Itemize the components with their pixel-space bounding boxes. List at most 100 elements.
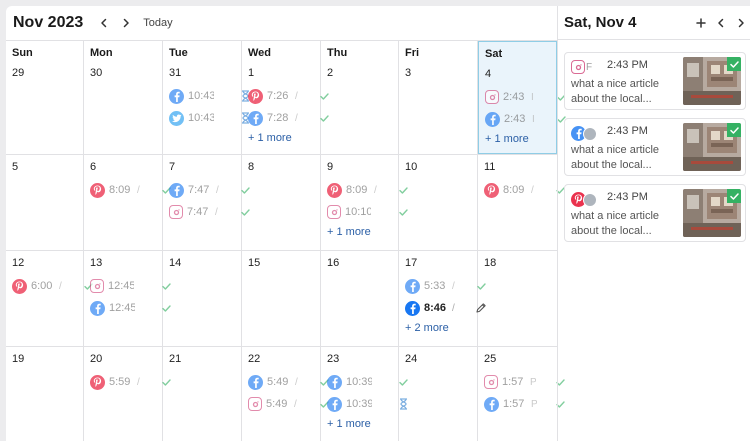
scheduled-post[interactable]: 10:10: [327, 203, 408, 221]
post-time-suffix: /: [295, 112, 298, 124]
calendar-day-cell[interactable]: 5: [6, 155, 84, 250]
more-posts-link[interactable]: + 2 more: [405, 322, 449, 334]
day-number: 17: [405, 257, 418, 269]
calendar-day-cell[interactable]: 24: [399, 347, 478, 441]
calendar-day-cell[interactable]: 16: [321, 251, 399, 346]
calendar-day-cell[interactable]: Wed 1 7:26/7:28/+ 1 more: [242, 41, 329, 154]
post-time: 8:09: [109, 184, 131, 196]
scheduled-post[interactable]: 5:49 /: [248, 373, 329, 391]
scheduled-post[interactable]: 7:28 /: [248, 109, 329, 127]
calendar-day-cell[interactable]: 7 7:47 / 7:47 /: [163, 155, 250, 250]
scheduled-post[interactable]: 1:57 P: [484, 373, 565, 391]
post-preview-card[interactable]: F 2:43 PM what a nice article about the lo…: [564, 52, 746, 110]
calendar-day-cell[interactable]: Thu 2: [321, 41, 399, 154]
scheduled-post[interactable]: 10:39: [327, 373, 408, 391]
calendar-day-cell[interactable]: Mon 30: [84, 41, 163, 154]
month-title: Nov 2023: [13, 14, 84, 31]
scheduled-post[interactable]: 1:57 P: [484, 395, 565, 413]
today-button[interactable]: Today: [143, 17, 172, 29]
more-posts-link[interactable]: + 1 more: [485, 133, 529, 145]
post-preview-card[interactable]: 2:43 PM what a nice article about the loc…: [564, 118, 746, 176]
calendar-day-cell[interactable]: 13 12:45 12:45: [84, 251, 171, 346]
avatar: [583, 126, 597, 141]
published-check-icon: [727, 189, 741, 203]
scheduled-post[interactable]: 5:33 /: [405, 277, 486, 295]
post-time-suffix: /: [137, 184, 140, 196]
scheduled-post[interactable]: 2:43 I: [485, 88, 566, 106]
month-calendar: Nov 2023 Today Sun 29 Mon 30 Tue 31 10:43 10:43…: [6, 6, 566, 441]
card-time: 2:43 PM: [607, 191, 648, 203]
weekday-label: Mon: [90, 47, 113, 59]
avatar: [583, 192, 597, 207]
calendar-header: Nov 2023 Today: [6, 6, 557, 40]
weekday-label: Thu: [327, 47, 348, 59]
calendar-day-cell[interactable]: 6 8:09 /: [84, 155, 171, 250]
calendar-day-cell[interactable]: Tue 31 10:43 10:43: [163, 41, 249, 154]
calendar-day-cell[interactable]: 12 6:00 /: [6, 251, 93, 346]
post-preview-card[interactable]: 2:43 PM what a nice article about the loc…: [564, 184, 746, 242]
calendar-day-cell[interactable]: 14: [163, 251, 242, 346]
previous-day-button[interactable]: [711, 13, 731, 33]
calendar-day-cell[interactable]: 10: [399, 155, 478, 250]
facebook-icon: [405, 278, 420, 294]
post-time: 12:45: [108, 280, 134, 292]
scheduled-post[interactable]: 8:09 /: [327, 181, 408, 199]
scheduled-post[interactable]: 10:43: [169, 87, 249, 105]
card-network-icons: F: [571, 60, 592, 74]
scheduled-post[interactable]: 5:59 /: [90, 373, 171, 391]
post-thumbnail: [683, 123, 741, 171]
scheduled-post[interactable]: 7:47 /: [169, 203, 250, 221]
next-day-button[interactable]: [731, 13, 750, 33]
calendar-day-cell[interactable]: 9 8:09 /10:10 + 1 more: [321, 155, 408, 250]
previous-month-button[interactable]: [93, 12, 115, 34]
day-number: 7: [169, 161, 176, 173]
scheduled-post[interactable]: 8:46 /: [405, 299, 486, 317]
scheduled-post[interactable]: 2:43 I: [485, 110, 566, 128]
post-time: 10:10: [345, 206, 371, 218]
post-time: 7:47: [188, 184, 210, 196]
day-number: 1: [248, 67, 255, 79]
post-time-suffix: P: [530, 376, 536, 388]
calendar-day-cell[interactable]: 21: [163, 347, 242, 441]
scheduled-post[interactable]: 5:49 /: [248, 395, 329, 413]
calendar-day-cell[interactable]: 11 8:09 /: [478, 155, 565, 250]
calendar-day-cell[interactable]: 17 5:33/8:46/ + 2 more: [399, 251, 486, 346]
scheduled-post[interactable]: 7:47 /: [169, 181, 250, 199]
instagram-icon: [169, 205, 183, 219]
calendar-day-cell[interactable]: Sun 29: [6, 41, 84, 154]
calendar-week-row: 5 6 8:09/7 7:47/7:47/8 9 8:09/10:10 + 1 more 10…: [6, 155, 565, 251]
instagram-icon: [484, 375, 498, 389]
more-posts-link[interactable]: + 1 more: [327, 226, 371, 238]
instagram-icon: [485, 90, 499, 104]
calendar-day-cell[interactable]: 20 5:59 /: [84, 347, 171, 441]
calendar-day-cell[interactable]: 23 10:39 10:39 + 1 more: [321, 347, 408, 441]
day-number: 9: [327, 161, 334, 173]
more-posts-link[interactable]: + 1 more: [327, 418, 371, 430]
scheduled-post[interactable]: 8:09 /: [90, 181, 171, 199]
scheduled-post[interactable]: 8:09 /: [484, 181, 565, 199]
calendar-day-cell[interactable]: 25 1:57 P 1:57 P: [478, 347, 565, 441]
more-posts-link[interactable]: + 1 more: [248, 132, 292, 144]
calendar-day-cell[interactable]: 8: [242, 155, 321, 250]
post-time: 5:33: [424, 280, 446, 292]
add-post-button[interactable]: [691, 13, 711, 33]
scheduled-post[interactable]: 10:39: [327, 395, 407, 413]
instagram-icon: [571, 60, 585, 74]
post-time: 2:43: [504, 113, 526, 125]
calendar-day-cell[interactable]: 18: [478, 251, 557, 346]
calendar-day-cell[interactable]: 22 5:49 / 5:49 /: [242, 347, 329, 441]
scheduled-post[interactable]: 12:45: [90, 277, 171, 295]
scheduled-post[interactable]: 6:00 /: [12, 277, 93, 295]
calendar-day-cell-selected[interactable]: Sat 4 2:43 I 2:43 I + 1 more: [478, 41, 566, 154]
pinterest-icon: [90, 182, 105, 198]
calendar-day-cell[interactable]: 15: [242, 251, 321, 346]
scheduled-post[interactable]: 12:45: [90, 299, 171, 317]
calendar-day-cell[interactable]: Fri 3: [399, 41, 478, 154]
scheduled-post[interactable]: 10:43: [169, 109, 249, 127]
scheduled-post[interactable]: 7:26 /: [248, 87, 329, 105]
selected-day-title: Sat, Nov 4: [564, 14, 637, 31]
next-month-button[interactable]: [115, 12, 137, 34]
calendar-day-cell[interactable]: 19: [6, 347, 84, 441]
day-number: 11: [484, 161, 496, 173]
post-time: 12:45: [109, 302, 135, 314]
